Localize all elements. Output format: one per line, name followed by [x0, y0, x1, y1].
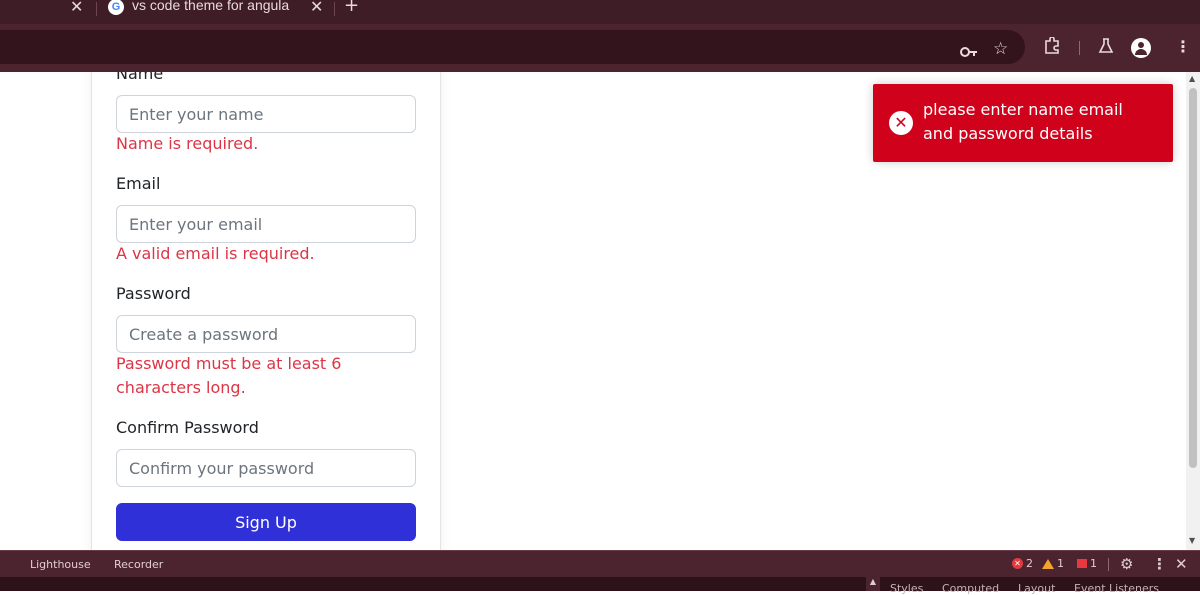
devtools-menu-icon[interactable]: ⋮ — [1152, 555, 1167, 573]
name-error: Name is required. — [116, 134, 259, 153]
error-toast[interactable]: ✕ please enter name email and password d… — [873, 84, 1173, 162]
confirm-password-input[interactable] — [116, 449, 416, 487]
browser-toolbar: ☆ ⋮ — [0, 24, 1200, 72]
scroll-down-arrow-icon[interactable]: ▼ — [1189, 536, 1195, 545]
subtab-layout[interactable]: Layout — [1018, 582, 1055, 595]
error-count-value: 2 — [1026, 557, 1033, 570]
name-input[interactable] — [116, 95, 416, 133]
email-error: A valid email is required. — [116, 244, 315, 263]
scroll-up-arrow-icon[interactable]: ▲ — [1189, 74, 1195, 83]
subtab-styles[interactable]: Styles — [890, 582, 923, 595]
issue-flag-icon — [1077, 559, 1087, 568]
scrollbar-thumb[interactable] — [1189, 88, 1197, 468]
subtab-event-listeners[interactable]: Event Listeners — [1074, 582, 1159, 595]
password-error: Password must be at least 6 characters l… — [116, 354, 342, 397]
bookmark-star-icon[interactable]: ☆ — [993, 39, 1008, 59]
new-tab-icon[interactable]: + — [344, 0, 359, 16]
devtools-settings-gear-icon[interactable]: ⚙ — [1120, 555, 1133, 573]
warning-count-value: 1 — [1057, 557, 1064, 570]
devtools-styles-pane-header: ▲ Styles Computed Layout Event Listeners — [0, 577, 1200, 595]
email-input[interactable] — [116, 205, 416, 243]
signup-form-card: Name Name is required. Email A valid ema… — [91, 72, 441, 550]
page-scrollbar[interactable]: ▲ ▼ — [1186, 72, 1200, 550]
toolbar-divider — [1079, 41, 1080, 55]
extensions-icon[interactable] — [1044, 36, 1060, 59]
password-label: Password — [116, 284, 191, 303]
google-favicon-icon: G — [108, 0, 124, 15]
sign-up-button[interactable]: Sign Up — [116, 503, 416, 541]
warning-count[interactable]: 1 — [1042, 557, 1064, 570]
issues-count-value: 1 — [1090, 557, 1097, 570]
browser-menu-icon[interactable]: ⋮ — [1175, 37, 1191, 56]
devtools-tab-bar: Lighthouse Recorder ✕ 2 1 1 ⚙ ⋮ ✕ — [0, 550, 1200, 577]
tab-divider — [96, 2, 97, 16]
labs-flask-icon[interactable] — [1098, 38, 1114, 58]
active-tab-title[interactable]: vs code theme for angula — [132, 0, 302, 13]
error-circle-icon: ✕ — [1012, 558, 1023, 569]
page-viewport: Name Name is required. Email A valid ema… — [0, 72, 1186, 550]
issues-count[interactable]: 1 — [1077, 557, 1097, 570]
profile-avatar-icon[interactable] — [1131, 38, 1151, 58]
tab-strip: ✕ G vs code theme for angula ✕ + — [0, 0, 1200, 24]
subtab-computed[interactable]: Computed — [942, 582, 999, 595]
tab-divider — [334, 2, 335, 16]
confirm-password-label: Confirm Password — [116, 418, 259, 437]
password-input[interactable] — [116, 315, 416, 353]
warning-triangle-icon — [1042, 558, 1054, 569]
name-label: Name — [116, 72, 164, 83]
toast-message: please enter name email and password det… — [923, 100, 1123, 143]
address-bar[interactable]: ☆ — [0, 30, 1025, 64]
devtools-divider — [1108, 558, 1109, 571]
key-icon[interactable] — [960, 43, 978, 62]
error-count[interactable]: ✕ 2 — [1012, 557, 1033, 570]
error-icon: ✕ — [889, 111, 913, 135]
devtools-tab-lighthouse[interactable]: Lighthouse — [30, 558, 91, 571]
devtools-tab-recorder[interactable]: Recorder — [114, 558, 163, 571]
active-tab-close-icon[interactable]: ✕ — [310, 0, 323, 16]
collapse-arrow-icon[interactable]: ▲ — [866, 577, 880, 591]
email-label: Email — [116, 174, 161, 193]
devtools-close-icon[interactable]: ✕ — [1175, 555, 1188, 573]
previous-tab-close-icon[interactable]: ✕ — [70, 0, 83, 16]
